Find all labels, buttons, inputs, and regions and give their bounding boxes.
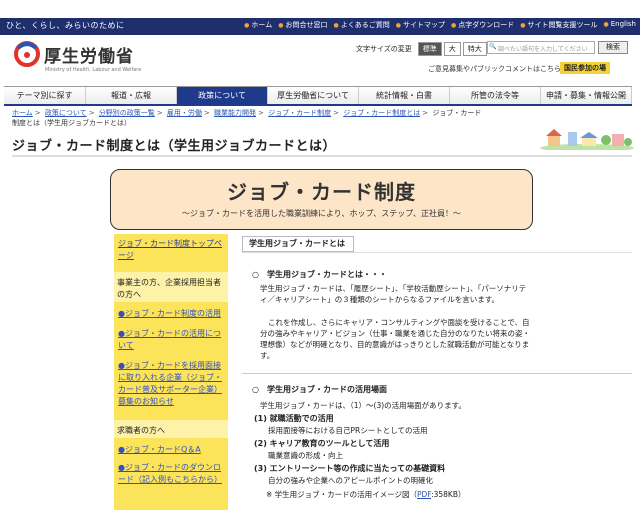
search-button[interactable]: 検索: [598, 41, 628, 54]
banner-title: ジョブ・カード制度: [227, 180, 416, 204]
nav-item-statistics[interactable]: 統計情報・白書: [359, 87, 450, 104]
nav-item-press[interactable]: 報道・広報: [86, 87, 177, 104]
nav-item-laws[interactable]: 所管の法令等: [450, 87, 541, 104]
breadcrumb-link[interactable]: ジョブ・カード制度: [268, 109, 331, 117]
breadcrumb-link[interactable]: 分野別の政策一覧: [99, 109, 155, 117]
page-title: ジョブ・カード制度とは（学生用ジョブカードとは）: [12, 139, 337, 154]
section-heading: 学生用ジョブ・カードの活用場面: [252, 384, 387, 395]
main-nav: テーマ別に探す 報道・広報 政策について 厚生労働省について 統計情報・白書 所…: [4, 86, 632, 106]
job-card-banner: ジョブ・カード制度 ～ジョブ・カードを活用した職業訓練により、ホップ、ステップ、…: [110, 169, 533, 230]
utility-link-english[interactable]: English: [603, 20, 636, 30]
breadcrumb-link[interactable]: 職業能力開発: [214, 109, 256, 117]
breadcrumb-link[interactable]: ジョブ・カード制度とは: [343, 109, 420, 117]
font-size-xlarge-button[interactable]: 特大: [462, 42, 487, 56]
breadcrumb-link[interactable]: 雇用・労働: [167, 109, 202, 117]
title-divider: [12, 155, 632, 157]
pdf-link[interactable]: PDF: [417, 490, 431, 499]
town-illustration: [540, 129, 634, 150]
sidebar-item-supporter-companies[interactable]: ●ジョブ・カードを採用面接に取り入れる企業（ジョブ・カード普及サポーター企業）募…: [118, 360, 226, 408]
sidebar-item-faq[interactable]: ●ジョブ・カードQ＆A: [118, 444, 226, 456]
section-divider: [242, 373, 632, 374]
utility-link-sitemap[interactable]: サイトマップ: [396, 20, 445, 30]
nav-item-policy[interactable]: 政策について: [177, 87, 268, 104]
font-size-label: 文字サイズの変更: [356, 45, 412, 53]
nav-item-theme[interactable]: テーマ別に探す: [4, 87, 86, 104]
utility-link-braille[interactable]: 点字ダウンロード: [451, 20, 514, 30]
sidebar-item-employer-use[interactable]: ●ジョブ・カード制度の活用: [118, 308, 226, 320]
nav-item-about[interactable]: 厚生労働省について: [268, 87, 359, 104]
section-paragraph: 学生用ジョブ・カードは、「履歴シート」、「学校活動歴シート」、「パーソナリティ／…: [260, 284, 527, 304]
sidebar-item-download[interactable]: ●ジョブ・カードのダウンロード（記入例もこちらから）: [118, 462, 226, 486]
utility-bar: ひと、くらし、みらいのために ホーム お問合せ窓口 よくあるご質問 サイトマップ…: [0, 18, 640, 35]
utility-link-contact[interactable]: お問合せ窓口: [278, 20, 327, 30]
content-tab-line: [242, 252, 632, 253]
use-case-detail: 職業意識の形成・向上: [268, 451, 343, 460]
sidebar-section-job-seekers: 求職者の方へ: [114, 420, 228, 438]
sidebar-item-top[interactable]: ジョブ・カード制度トップページ: [118, 238, 226, 262]
note-prefix: ※ 学生用ジョブ・カードの活用イメージ図（: [266, 490, 418, 499]
breadcrumb: ホーム > 政策について > 分野別の政策一覧 > 雇用・労働 > 職業能力開発 > ジョ…: [12, 109, 482, 127]
search-input[interactable]: 調べたい語句を入力してください: [487, 41, 595, 54]
ministry-logo-icon[interactable]: [14, 38, 40, 70]
font-size-large-button[interactable]: 大: [443, 42, 461, 56]
uses-intro: 学生用ジョブ・カードは、（1）～(3)の活用場面があります。: [260, 401, 466, 410]
note-suffix: :358KB）: [431, 490, 466, 499]
site-subtitle: Ministry of Health, Labour and Welfare: [45, 67, 142, 73]
use-case-detail: 自分の強みや企業へのアピールポイントの明確化: [268, 476, 433, 485]
sidebar-item-job-card-usage[interactable]: ●ジョブ・カードの活用について: [118, 328, 226, 352]
utility-link-home[interactable]: ホーム: [244, 20, 272, 30]
use-case-detail: 採用面接等における自己PRシートとしての活用: [268, 426, 428, 435]
utility-link-faq[interactable]: よくあるご質問: [333, 20, 390, 30]
use-case-title: (1) 就職活動での活用: [254, 414, 334, 423]
participate-button[interactable]: 国民参加の場: [560, 62, 610, 74]
tagline: ひと、くらし、みらいのために: [6, 21, 125, 30]
use-case-title: (2) キャリア教育のツールとして活用: [254, 439, 390, 448]
section-heading: 学生用ジョブ・カードとは・・・: [252, 269, 387, 280]
font-size-controls: 文字サイズの変更 標準 大 特大: [356, 42, 487, 56]
use-case-title: (3) エントリーシート等の作成に当たっての基礎資料: [254, 464, 446, 473]
breadcrumb-link[interactable]: 政策について: [45, 109, 87, 117]
breadcrumb-link[interactable]: ホーム: [12, 109, 33, 117]
font-size-standard-button[interactable]: 標準: [417, 42, 442, 56]
usage-image-note: ※ 学生用ジョブ・カードの活用イメージ図（PDF:358KB）: [266, 489, 465, 500]
nav-item-applications[interactable]: 申請・募集・情報公開: [541, 87, 632, 104]
banner-subtitle: ～ジョブ・カードを活用した職業訓練により、ホップ、ステップ、正社員！～: [181, 209, 462, 218]
sidebar: ジョブ・カード制度トップページ 事業主の方、企業採用担当者の方へ ●ジョブ・カー…: [114, 234, 228, 510]
sidebar-section-employers: 事業主の方、企業採用担当者の方へ: [114, 272, 228, 302]
utility-links: ホーム お問合せ窓口 よくあるご質問 サイトマップ 点字ダウンロード サイト閲覧…: [244, 20, 636, 30]
content-tab: 学生用ジョブ・カードとは: [242, 236, 354, 252]
utility-link-accessibility[interactable]: サイト閲覧支援ツール: [520, 20, 597, 30]
site-title[interactable]: 厚生労働省: [44, 42, 134, 67]
section-paragraph: これを作成し、さらにキャリア・コンサルティングや面談を受けることで、自分の強みや…: [260, 318, 530, 360]
public-comment-link[interactable]: ご意見募集やパブリックコメントはこちら: [428, 64, 561, 74]
